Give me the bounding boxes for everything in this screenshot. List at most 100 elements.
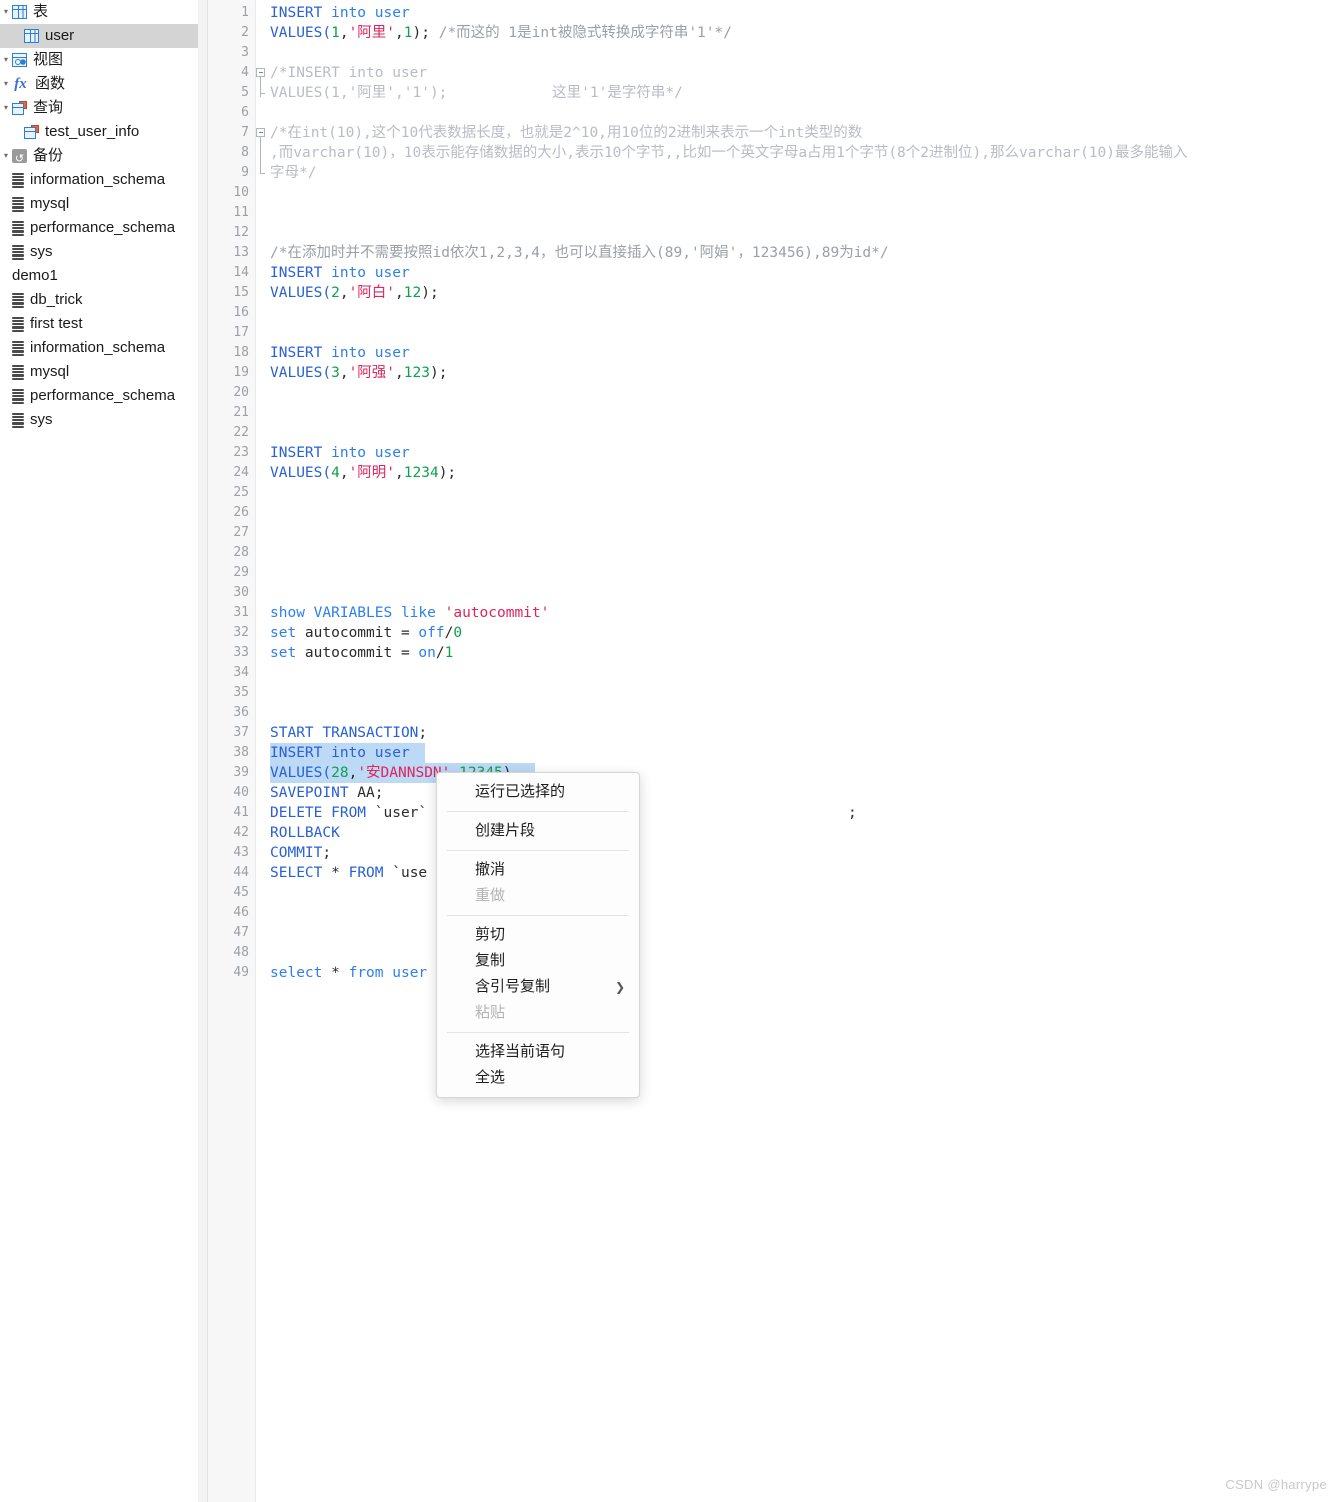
- code-line[interactable]: set autocommit = off/0: [270, 623, 462, 643]
- table-grid-icon: [12, 5, 27, 19]
- sidebar-item-label: demo1: [12, 267, 58, 284]
- sidebar-item-information_schema[interactable]: information_schema: [0, 168, 198, 192]
- menu-item-8[interactable]: 选择当前语句: [437, 1039, 639, 1065]
- sidebar-item--[interactable]: ▾ 视图: [0, 48, 198, 72]
- code-line[interactable]: VALUES(2,'阿白',12);: [270, 283, 439, 303]
- code-token: COMMIT: [270, 845, 323, 861]
- menu-item-0[interactable]: 运行已选择的: [437, 779, 639, 805]
- code-token: DELETE FROM: [270, 805, 367, 821]
- tree-collapse-icon[interactable]: ▾: [0, 48, 12, 72]
- line-number: 43: [233, 845, 249, 860]
- line-number: 22: [233, 425, 249, 440]
- code-line[interactable]: INSERT into user: [270, 743, 425, 763]
- menu-item-1[interactable]: 创建片段: [437, 818, 639, 844]
- code-token: 12: [403, 285, 422, 301]
- line-number: 10: [233, 185, 249, 200]
- sql-editor[interactable]: 1 2 3 4 5 6 7 8 9 10 11 12 13 14 15 16 17 18 19 20 21 22 23 24 2…: [208, 0, 1335, 1502]
- sidebar-item-label: test_user_info: [45, 123, 140, 140]
- sidebar-item--[interactable]: ▾ fx 函数: [0, 72, 198, 96]
- code-line[interactable]: /*在添加时并不需要按照id依次1,2,3,4，也可以直接插入(89,'阿娟'，…: [270, 243, 889, 263]
- code-token: into user: [322, 345, 410, 361]
- sidebar-item-first-test[interactable]: first test: [0, 312, 198, 336]
- code-line[interactable]: /*INSERT into user: [270, 63, 427, 83]
- code-line[interactable]: VALUES(4,'阿明',1234);: [270, 463, 456, 483]
- code-token: INSERT into user: [270, 745, 410, 761]
- code-line[interactable]: VALUES(1,'阿里','1'); 这里'1'是字符串*/: [270, 83, 683, 103]
- tree-spacer-icon: [0, 192, 12, 216]
- menu-item-4[interactable]: 剪切: [437, 922, 639, 948]
- code-token: 1234: [403, 465, 439, 481]
- code-line[interactable]: COMMIT;: [270, 843, 331, 863]
- code-token: );: [421, 285, 439, 301]
- sidebar-item-demo1[interactable]: demo1: [0, 264, 198, 288]
- menu-item-5[interactable]: 复制: [437, 948, 639, 974]
- sidebar-item-information_schema[interactable]: information_schema: [0, 336, 198, 360]
- sidebar-item--[interactable]: ▾ 表: [0, 0, 198, 24]
- sidebar-item-user[interactable]: user: [0, 24, 198, 48]
- code-line[interactable]: select * from user: [270, 963, 427, 983]
- code-line[interactable]: show VARIABLES like 'autocommit': [270, 603, 549, 623]
- code-line[interactable]: 字母*/: [270, 163, 316, 183]
- line-number: 11: [233, 205, 249, 220]
- sidebar-item-db_trick[interactable]: db_trick: [0, 288, 198, 312]
- code-line[interactable]: SELECT * FROM `use: [270, 863, 427, 883]
- database-icon: [12, 364, 24, 380]
- code-line[interactable]: DELETE FROM `user`: [270, 803, 427, 823]
- menu-item-2[interactable]: 撤消: [437, 857, 639, 883]
- fold-collapse-icon[interactable]: [256, 128, 265, 137]
- sidebar-item-mysql[interactable]: mysql: [0, 192, 198, 216]
- line-number: 2: [241, 25, 249, 40]
- code-token: ,: [395, 365, 404, 381]
- code-line[interactable]: ,而varchar(10)，10表示能存储数据的大小,表示10个字节,,比如一个…: [270, 143, 1188, 163]
- database-tree-sidebar[interactable]: ▾表user▾视图▾fx函数▾查询test_user_info▾备份inform…: [0, 0, 198, 1502]
- code-line[interactable]: START TRANSACTION;: [270, 723, 427, 743]
- code-token: /*在添加时并不需要按照id依次1,2,3,4，也可以直接插入(89,'阿娟'，…: [270, 245, 889, 261]
- editor-context-menu[interactable]: 运行已选择的 创建片段 撤消 重做 剪切 复制 含引号复制 ❯ 粘贴 选择当前语句 全选: [436, 772, 640, 1098]
- sidebar-item-performance_schema[interactable]: performance_schema: [0, 384, 198, 408]
- sidebar-item-sys[interactable]: sys: [0, 240, 198, 264]
- code-line[interactable]: ROLLBACK: [270, 823, 340, 843]
- tree-collapse-icon[interactable]: ▾: [0, 96, 12, 120]
- code-token: '阿强': [348, 365, 396, 381]
- fold-guide-line: [260, 163, 261, 173]
- sidebar-item-test_user_info[interactable]: test_user_info: [0, 120, 198, 144]
- menu-item-9[interactable]: 全选: [437, 1065, 639, 1091]
- fold-collapse-icon[interactable]: [256, 68, 265, 77]
- line-number: 48: [233, 945, 249, 960]
- code-token: '阿白': [348, 285, 396, 301]
- sidebar-item-label: performance_schema: [30, 219, 176, 236]
- sidebar-item-label: sys: [30, 243, 53, 260]
- menu-item-6[interactable]: 含引号复制 ❯: [437, 974, 639, 1000]
- code-line[interactable]: /*在int(10),这个10代表数据长度，也就是2^10,用10位的2进制来表…: [270, 123, 862, 143]
- sidebar-item--[interactable]: ▾ 备份: [0, 144, 198, 171]
- code-line[interactable]: set autocommit = on/1: [270, 643, 453, 663]
- tree-collapse-icon[interactable]: ▾: [0, 0, 12, 24]
- menu-item-label: 撤消: [475, 861, 506, 878]
- sidebar-item-label: db_trick: [30, 291, 83, 308]
- line-number: 5: [241, 85, 249, 100]
- code-folding-column[interactable]: [255, 0, 269, 1502]
- code-line[interactable]: INSERT into user: [270, 443, 410, 463]
- code-token: ;: [418, 725, 428, 741]
- sidebar-item--[interactable]: ▾ 查询: [0, 96, 198, 120]
- code-line[interactable]: VALUES(1,'阿里',1); /*而这的 1是int被隐式转换成字符串'1…: [270, 23, 732, 43]
- database-icon: [12, 340, 24, 356]
- code-line[interactable]: SAVEPOINT AA;: [270, 783, 384, 803]
- code-line[interactable]: INSERT into user: [270, 3, 410, 23]
- code-line[interactable]: INSERT into user: [270, 263, 410, 283]
- line-number: 45: [233, 885, 249, 900]
- sidebar-item-sys[interactable]: sys: [0, 408, 198, 432]
- code-token: on: [418, 645, 436, 661]
- code-line[interactable]: INSERT into user: [270, 343, 410, 363]
- sidebar-item-mysql[interactable]: mysql: [0, 360, 198, 384]
- line-number: 33: [233, 645, 249, 660]
- line-number: 30: [233, 585, 249, 600]
- code-token: );: [429, 365, 448, 381]
- code-token: START TRANSACTION: [270, 725, 419, 741]
- backup-icon: [12, 147, 27, 171]
- tree-collapse-icon[interactable]: ▾: [0, 144, 12, 168]
- menu-item-label: 全选: [475, 1069, 506, 1086]
- sidebar-item-performance_schema[interactable]: performance_schema: [0, 216, 198, 240]
- code-line[interactable]: VALUES(3,'阿强',123);: [270, 363, 447, 383]
- tree-collapse-icon[interactable]: ▾: [0, 72, 12, 96]
